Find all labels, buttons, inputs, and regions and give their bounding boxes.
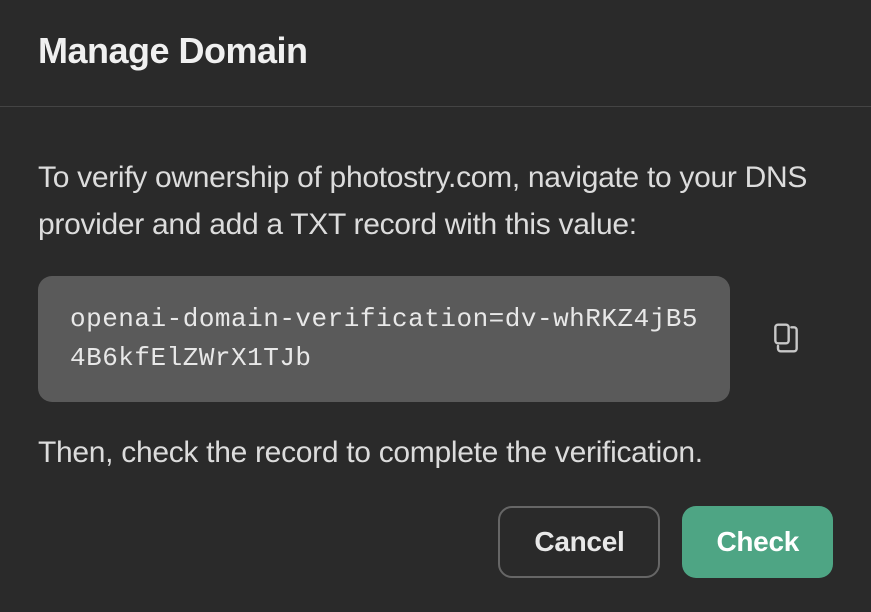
check-button[interactable]: Check (682, 506, 833, 578)
instruction-text: To verify ownership of photostry.com, na… (38, 155, 833, 248)
clipboard-icon (770, 322, 802, 357)
txt-record-row: openai-domain-verification=dv-whRKZ4jB54… (38, 276, 833, 402)
txt-record-value: openai-domain-verification=dv-whRKZ4jB54… (70, 300, 698, 378)
dialog-actions: Cancel Check (38, 506, 833, 578)
txt-record-box: openai-domain-verification=dv-whRKZ4jB54… (38, 276, 730, 402)
dialog-title: Manage Domain (38, 30, 833, 72)
dialog-header: Manage Domain (0, 0, 871, 107)
dialog-content: To verify ownership of photostry.com, na… (0, 107, 871, 608)
copy-button[interactable] (762, 314, 810, 365)
cancel-button[interactable]: Cancel (498, 506, 660, 578)
followup-text: Then, check the record to complete the v… (38, 436, 833, 470)
